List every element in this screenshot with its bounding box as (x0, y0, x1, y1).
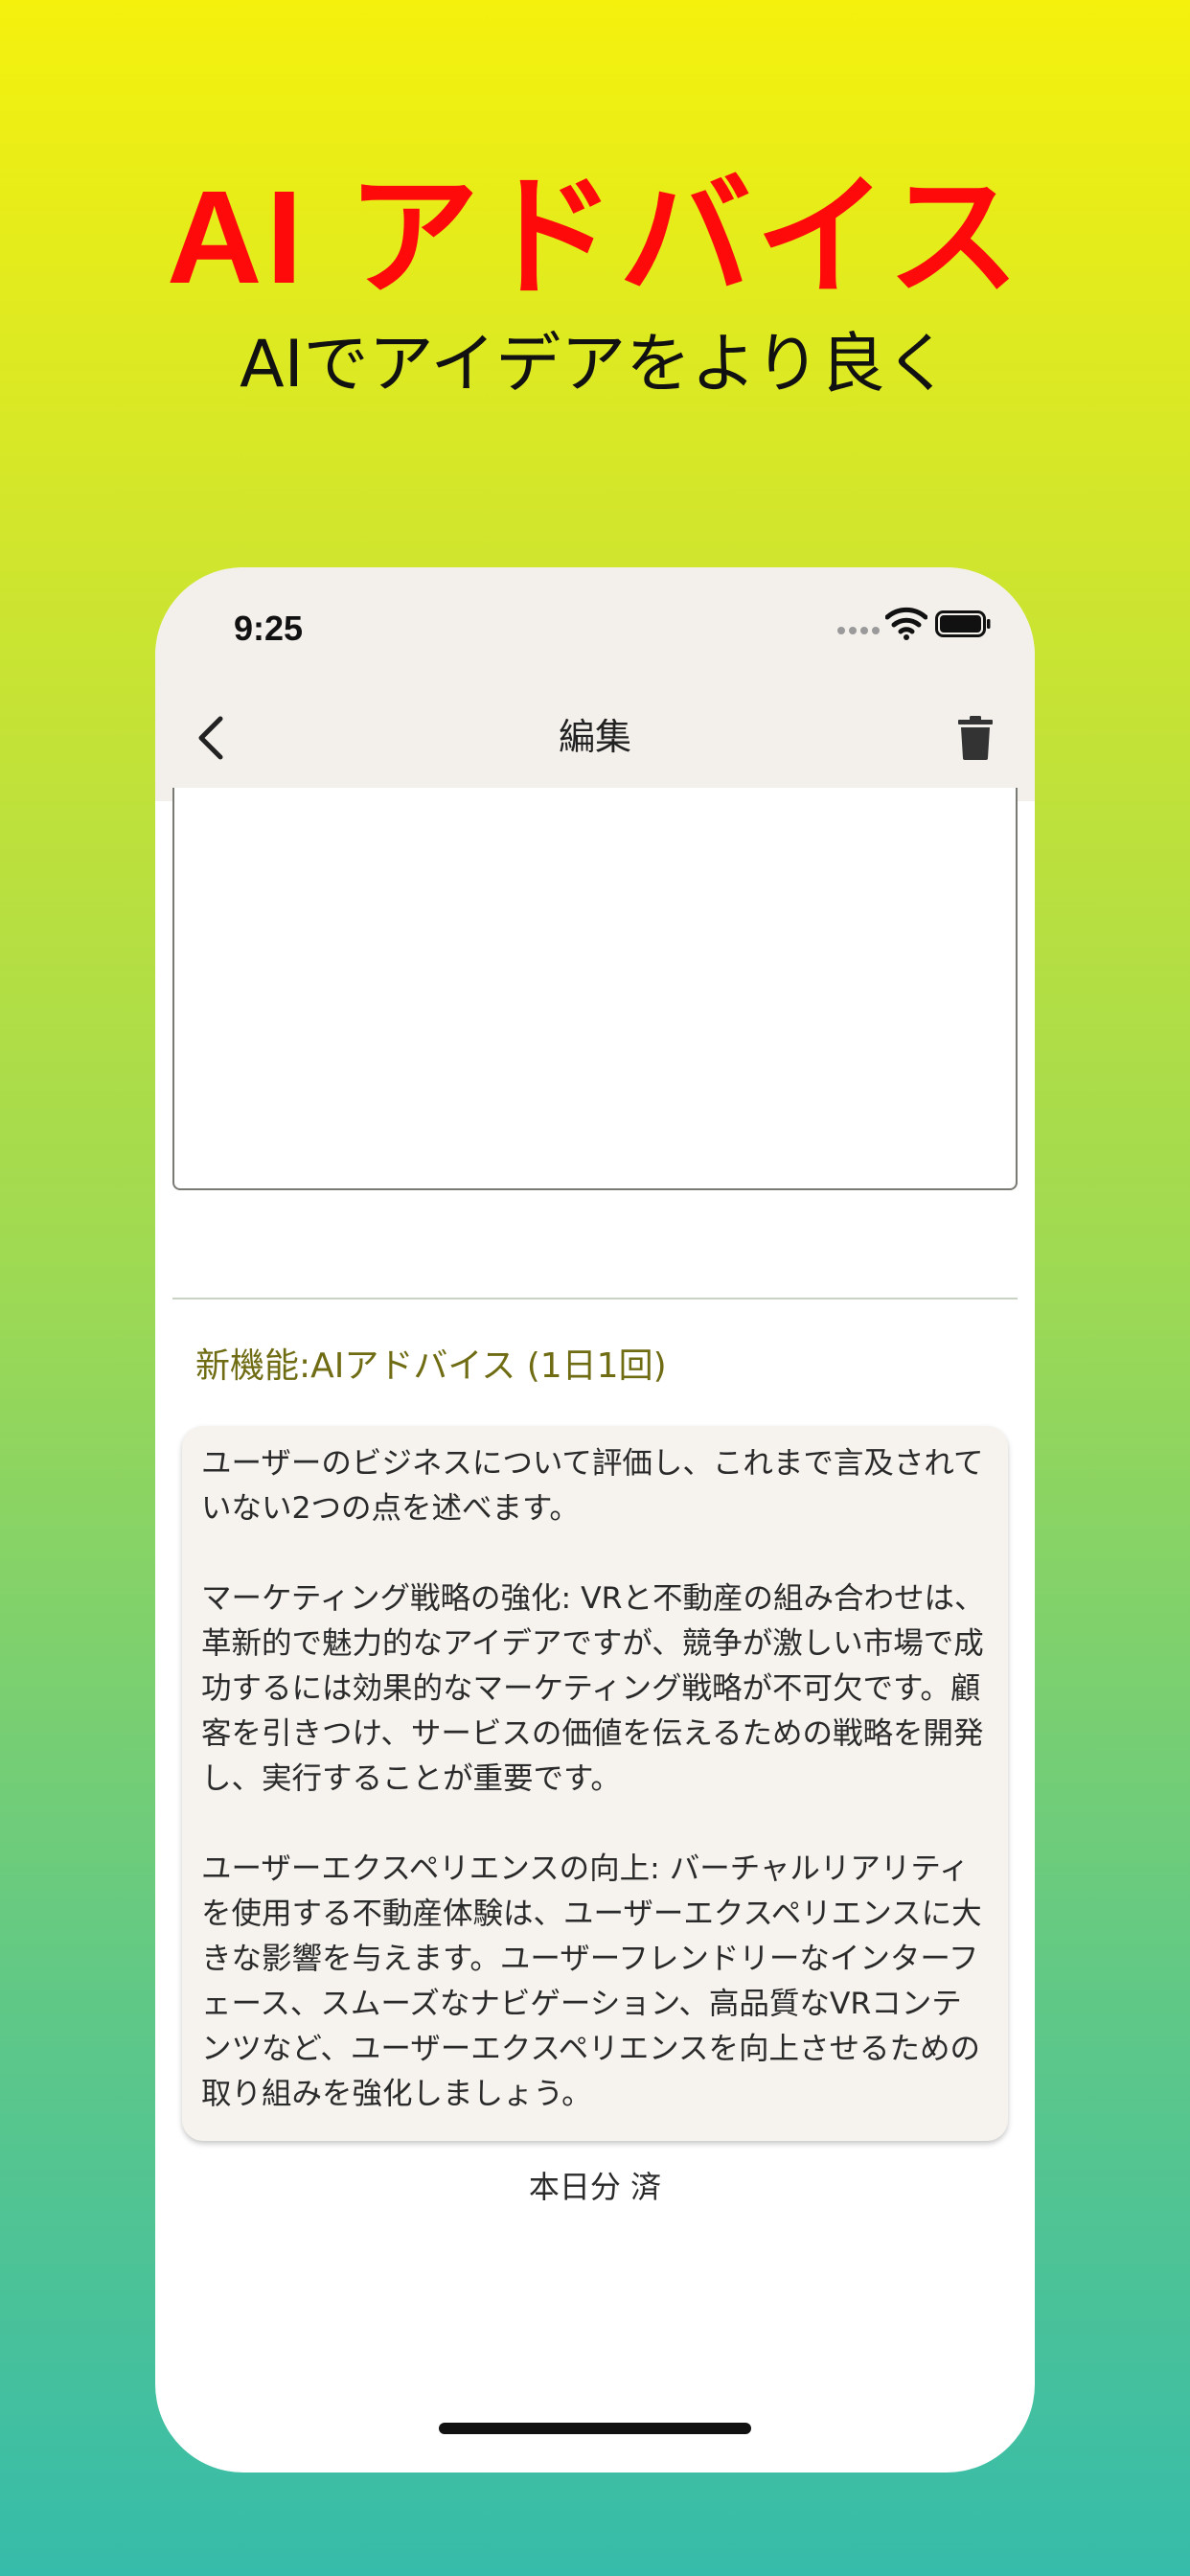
delete-button[interactable] (945, 707, 1006, 769)
app-header: 9:25 編集 (155, 567, 1035, 801)
ai-advice-status: 本日分 済 (528, 2169, 662, 2205)
phone-screen: 9:25 編集 新機能:AIアドバイス (1日1回) ユーザーのビジネスについて… (155, 567, 1035, 2472)
ai-advice-paragraph: マーケティング戦略の強化: VRと不動産の組み合わせは、革新的で魅力的なアイデア… (201, 1581, 985, 1796)
ai-advice-paragraph: ユーザーのビジネスについて評価し、これまで言及されていない2つの点を述べます。 (201, 1446, 984, 1526)
page-title: 編集 (558, 716, 631, 758)
home-indicator[interactable] (439, 2423, 751, 2434)
signal-dots-icon (837, 627, 881, 634)
wifi-icon (885, 607, 927, 640)
back-button[interactable] (180, 707, 241, 769)
status-time: 9:25 (234, 609, 304, 648)
trash-icon (958, 716, 993, 760)
promo-subtitle: AIでアイデアをより良く (240, 327, 950, 402)
promo-title: AI アドバイス (166, 164, 1024, 311)
ai-advice-paragraph: ユーザーエクスペリエンスの向上: バーチャルリアリティを使用する不動産体験は、ユ… (201, 1852, 982, 2111)
ai-advice-heading: 新機能:AIアドバイス (1日1回) (195, 1346, 667, 1386)
section-divider (172, 1298, 1018, 1300)
chevron-left-icon (198, 716, 223, 760)
ai-advice-card: ユーザーのビジネスについて評価し、これまで言及されていない2つの点を述べます。 … (182, 1426, 1008, 2141)
battery-icon (935, 610, 991, 637)
memo-textarea[interactable] (172, 788, 1018, 1190)
